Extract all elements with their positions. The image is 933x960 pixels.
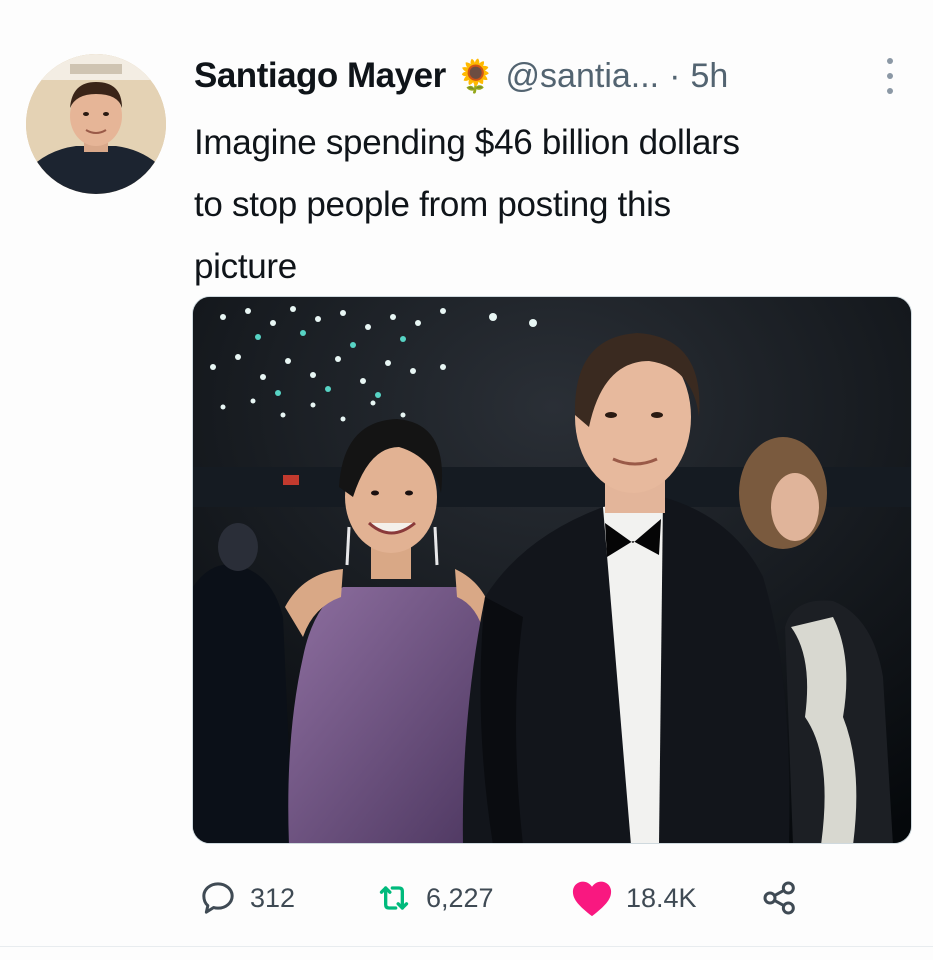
tweet-actions: 312 6,227 18.4K (198, 876, 838, 920)
like-count: 18.4K (626, 882, 697, 913)
tweet-text-line: picture (194, 247, 297, 286)
separator-dot: · (669, 56, 681, 95)
tweet-text-line: Imagine spending $46 billion dollars (194, 123, 740, 162)
reply-icon (202, 882, 234, 914)
tweet-media-photo[interactable] (192, 296, 912, 844)
share-icon (763, 881, 795, 915)
tweet: Santiago Mayer 🌻 @santia... · 5h Imagine… (0, 0, 933, 960)
tweet-text: Imagine spending $46 billion dollars to … (194, 112, 914, 298)
reply-button[interactable]: 312 (198, 876, 295, 920)
retweet-count: 6,227 (426, 882, 494, 913)
photo-image (193, 297, 911, 843)
timestamp[interactable]: 5h (690, 57, 728, 96)
like-button[interactable]: 18.4K (570, 876, 697, 920)
avatar[interactable] (26, 54, 166, 194)
share-button[interactable] (760, 876, 800, 920)
more-options-icon[interactable] (884, 58, 896, 94)
tweet-header: Santiago Mayer 🌻 @santia... · 5h (194, 56, 728, 96)
retweet-button[interactable]: 6,227 (374, 876, 494, 920)
sunflower-icon: 🌻 (455, 58, 496, 94)
author-handle[interactable]: @santia... (506, 57, 660, 96)
heart-icon (572, 881, 612, 917)
author-name[interactable]: Santiago Mayer (194, 56, 446, 96)
divider (0, 946, 933, 947)
reply-count: 312 (250, 882, 296, 913)
avatar-image (26, 54, 166, 194)
retweet-icon (379, 886, 409, 910)
tweet-text-line: to stop people from posting this (194, 185, 671, 224)
